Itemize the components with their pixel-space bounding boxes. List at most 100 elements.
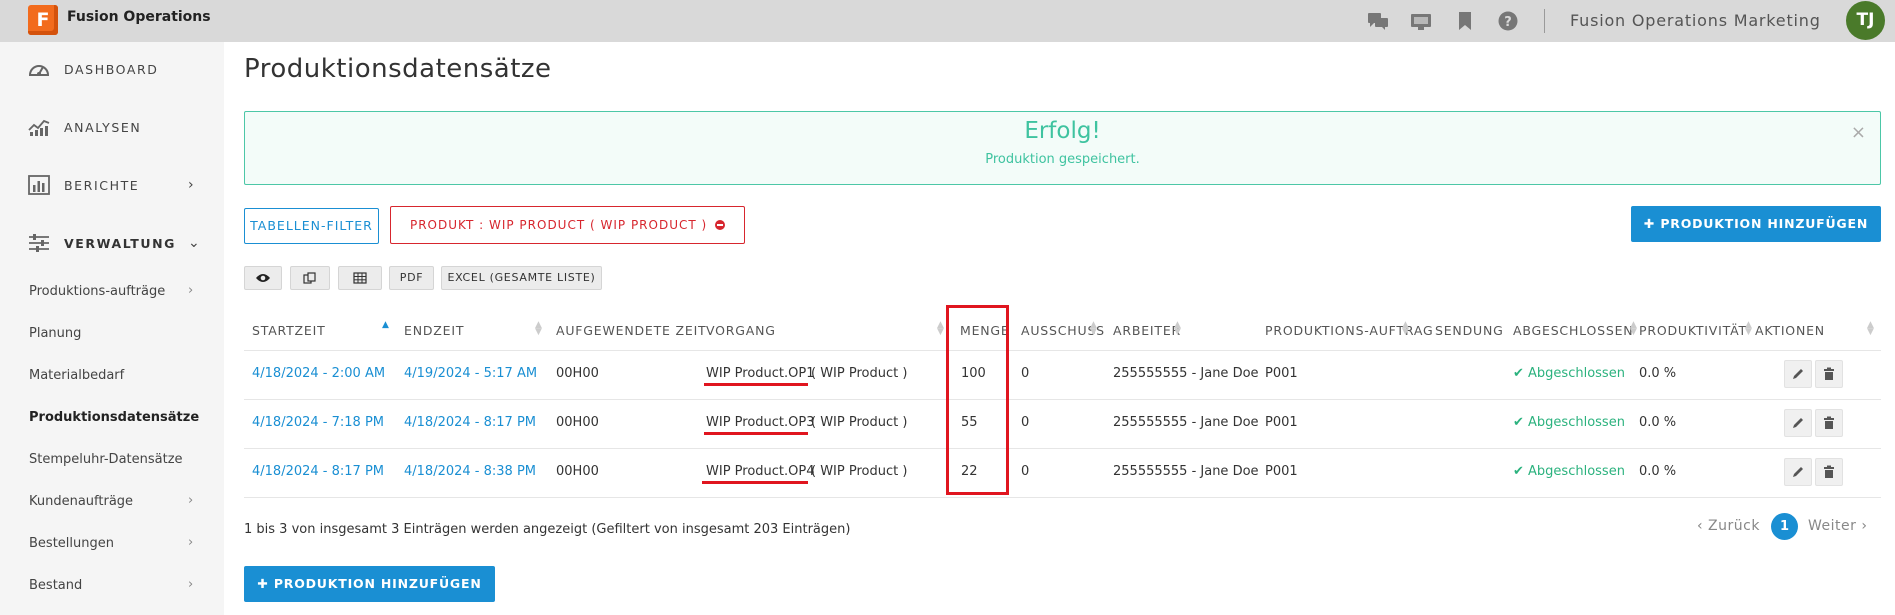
delete-button[interactable]: [1815, 458, 1843, 486]
close-icon[interactable]: ×: [1851, 122, 1866, 143]
sidebar-item-label: Materialbedarf: [29, 368, 125, 383]
sidebar-item-label: DASHBOARD: [64, 62, 159, 77]
col-header-start[interactable]: STARTZEIT: [252, 323, 326, 338]
col-header-completed[interactable]: ABGESCHLOSSEN: [1513, 323, 1633, 338]
col-header-op[interactable]: VORGANG: [706, 323, 776, 338]
highlight-underline: [704, 383, 808, 386]
cell-productivity: 0.0 %: [1639, 366, 1677, 381]
delete-button[interactable]: [1815, 409, 1843, 437]
excel-button[interactable]: EXCEL (GESAMTE LISTE): [441, 266, 602, 290]
cell-worker: 255555555 - Jane Doe: [1113, 464, 1259, 479]
column-visibility-button[interactable]: [244, 266, 282, 290]
cell-scrap: 0: [1021, 366, 1030, 381]
chevron-right-icon: ›: [188, 177, 194, 193]
chevron-down-icon: ⌄: [188, 235, 200, 251]
sort-icon: ▲ ▼: [1867, 320, 1874, 337]
trash-icon: [1824, 367, 1834, 380]
speedometer-icon: [28, 65, 50, 76]
cell-op-name[interactable]: WIP Product.OP4: [706, 464, 815, 479]
app-title[interactable]: Fusion Operations: [67, 9, 211, 25]
sidebar-item-bestellungen[interactable]: Bestellungen ›: [0, 528, 224, 560]
table-filter-button[interactable]: TABELLEN-FILTER: [244, 208, 379, 244]
cell-op-name[interactable]: WIP Product.OP1: [706, 366, 815, 381]
sidebar: DASHBOARD ANALYSEN BERICHTE › VERWALTUNG…: [0, 42, 224, 615]
sidebar-item-dashboard[interactable]: DASHBOARD: [0, 49, 224, 89]
sidebar-item-bestand[interactable]: Bestand ›: [0, 570, 224, 602]
app-logo[interactable]: F: [28, 5, 58, 35]
delete-button[interactable]: [1815, 360, 1843, 388]
cell-scrap: 0: [1021, 415, 1030, 430]
copy-icon: [303, 272, 316, 284]
row-divider: [244, 448, 1881, 449]
product-filter-chip[interactable]: PRODUKT : WIP PRODUCT ( WIP PRODUCT ): [390, 206, 745, 244]
col-header-end[interactable]: ENDZEIT: [404, 323, 464, 338]
pdf-button[interactable]: PDF: [389, 266, 434, 290]
sidebar-item-label: Kundenaufträge: [29, 494, 134, 509]
bookmark-icon[interactable]: [1454, 11, 1476, 31]
cell-productivity: 0.0 %: [1639, 464, 1677, 479]
sidebar-item-label: Produktions-aufträge: [29, 284, 166, 299]
help-icon[interactable]: ?: [1497, 11, 1519, 31]
screen-icon[interactable]: [1410, 11, 1432, 31]
user-avatar[interactable]: TJ: [1846, 1, 1885, 40]
header-divider: [244, 350, 1881, 351]
table-info: 1 bis 3 von insgesamt 3 Einträgen werden…: [244, 522, 851, 537]
highlight-underline: [704, 432, 808, 435]
sort-asc-icon: ▲: [382, 320, 389, 330]
chevron-right-icon: ›: [188, 577, 194, 592]
sidebar-item-planung[interactable]: Planung: [0, 318, 224, 350]
col-header-spent[interactable]: AUFGEWENDETE ZEIT: [556, 323, 707, 338]
chevron-right-icon: ›: [188, 493, 194, 508]
pagination-next[interactable]: Weiter ›: [1808, 518, 1867, 534]
org-name[interactable]: Fusion Operations Marketing: [1570, 11, 1821, 30]
sidebar-item-produktionsauftraege[interactable]: Produktions-aufträge ›: [0, 276, 224, 308]
cell-worker: 255555555 - Jane Doe: [1113, 415, 1259, 430]
pencil-icon: [1793, 369, 1803, 379]
pagination-prev[interactable]: ‹ Zurück: [1697, 518, 1760, 534]
sidebar-item-label: VERWALTUNG: [64, 236, 177, 251]
cell-end[interactable]: 4/18/2024 - 8:17 PM: [404, 415, 536, 430]
cell-start[interactable]: 4/18/2024 - 2:00 AM: [252, 366, 385, 381]
cell-order: P001: [1265, 366, 1298, 381]
sidebar-item-verwaltung[interactable]: VERWALTUNG ⌄: [0, 223, 224, 263]
add-production-button[interactable]: ✚ PRODUKTION HINZUFÜGEN: [1631, 206, 1881, 242]
sidebar-item-label: Stempeluhr-Datensätze: [29, 452, 183, 467]
sidebar-item-stempeluhr[interactable]: Stempeluhr-Datensätze: [0, 444, 224, 476]
cell-order: P001: [1265, 415, 1298, 430]
row-divider: [244, 497, 1881, 498]
eye-icon: [256, 274, 270, 282]
sort-icon: ▲ ▼: [1402, 320, 1409, 337]
cell-end[interactable]: 4/19/2024 - 5:17 AM: [404, 366, 537, 381]
chat-icon[interactable]: [1367, 11, 1389, 31]
cell-spent: 00H00: [556, 415, 599, 430]
edit-button[interactable]: [1784, 360, 1812, 388]
add-production-button-bottom[interactable]: ✚ PRODUKTION HINZUFÜGEN: [244, 566, 495, 602]
sort-icon: ▲ ▼: [1745, 320, 1752, 337]
sidebar-item-materialbedarf[interactable]: Materialbedarf: [0, 360, 224, 392]
highlight-underline: [702, 481, 808, 484]
sidebar-item-berichte[interactable]: BERICHTE ›: [0, 165, 224, 205]
sort-icon: ▲ ▼: [1090, 320, 1097, 337]
sort-icon: ▲ ▼: [937, 320, 944, 337]
col-header-worker[interactable]: ARBEITER: [1113, 323, 1181, 338]
pagination-page[interactable]: 1: [1771, 513, 1798, 540]
cell-start[interactable]: 4/18/2024 - 7:18 PM: [252, 415, 384, 430]
chevron-right-icon: ›: [188, 283, 194, 298]
sidebar-item-analysen[interactable]: ANALYSEN: [0, 107, 224, 147]
edit-button[interactable]: [1784, 458, 1812, 486]
sidebar-item-kundenauftraege[interactable]: Kundenaufträge ›: [0, 486, 224, 518]
col-header-productivity[interactable]: PRODUKTIVITÄT: [1639, 323, 1747, 338]
cell-op-name[interactable]: WIP Product.OP3: [706, 415, 815, 430]
sort-icon: ▲ ▼: [535, 320, 542, 337]
csv-button[interactable]: [338, 266, 382, 290]
cell-start[interactable]: 4/18/2024 - 8:17 PM: [252, 464, 384, 479]
product-filter-label: PRODUKT : WIP PRODUCT ( WIP PRODUCT ): [409, 218, 708, 232]
cell-end[interactable]: 4/18/2024 - 8:38 PM: [404, 464, 536, 479]
edit-button[interactable]: [1784, 409, 1812, 437]
sort-icon: ▲ ▼: [1174, 320, 1181, 337]
col-header-shipment[interactable]: SENDUNG: [1435, 323, 1504, 338]
copy-button[interactable]: [290, 266, 330, 290]
trash-icon: [1824, 465, 1834, 478]
remove-filter-icon[interactable]: [715, 220, 726, 230]
sidebar-item-produktionsdatensaetze[interactable]: Produktionsdatensätze: [0, 402, 224, 434]
